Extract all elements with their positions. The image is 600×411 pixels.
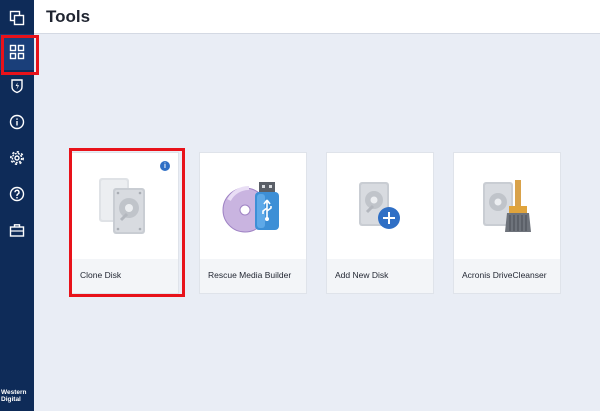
tool-card-label: Acronis DriveCleanser [462, 270, 547, 280]
sidebar: Western Digital [0, 0, 39, 411]
gear-icon [10, 151, 24, 165]
clone-disk-icon [99, 178, 145, 234]
help-icon [9, 186, 25, 202]
sidebar-item-settings[interactable] [0, 140, 34, 176]
rescue-media-art [200, 153, 306, 259]
tool-card-label: Rescue Media Builder [208, 270, 292, 280]
add-disk-icon [359, 182, 400, 229]
tool-card-acronis-drivecleanser[interactable]: Acronis DriveCleanser [453, 152, 561, 294]
drive-cleanser-art [454, 153, 560, 259]
sidebar-item-info[interactable] [0, 104, 34, 140]
clone-tabs-icon [9, 10, 25, 26]
tool-card-footer: Add New Disk [327, 259, 433, 293]
add-disk-art [327, 153, 433, 259]
sidebar-item-clone[interactable] [0, 0, 34, 36]
page-header: Tools [34, 0, 600, 34]
brand-line-1: Western [1, 389, 27, 396]
tools-panel: i Clone Disk Rescue Media Builder Add Ne… [34, 34, 600, 411]
brand-logo: Western Digital [1, 389, 33, 403]
tool-card-label: Clone Disk [80, 270, 122, 280]
tool-card-footer: Acronis DriveCleanser [454, 259, 560, 293]
tool-card-add-new-disk[interactable]: Add New Disk [326, 152, 434, 294]
tool-card-clone-disk[interactable]: i Clone Disk [71, 152, 179, 294]
tool-card-label: Add New Disk [335, 270, 389, 280]
tool-card-footer: Clone Disk [72, 259, 178, 293]
brand-line-2: Digital [1, 396, 21, 403]
sidebar-item-help[interactable] [0, 176, 34, 212]
sidebar-item-tools[interactable] [0, 34, 39, 75]
tool-card-rescue-media-builder[interactable]: Rescue Media Builder [199, 152, 307, 294]
grid-tools-icon [9, 44, 25, 60]
briefcase-icon [9, 224, 25, 237]
sidebar-item-account[interactable] [0, 212, 34, 248]
drive-cleanser-icon [483, 180, 531, 232]
shield-icon [11, 79, 23, 94]
rescue-media-icon [222, 182, 279, 233]
info-icon[interactable]: i [160, 161, 170, 171]
tool-card-footer: Rescue Media Builder [200, 259, 306, 293]
page-title: Tools [46, 7, 91, 26]
info-circle-icon [9, 114, 25, 130]
sidebar-item-protection[interactable] [0, 68, 34, 104]
